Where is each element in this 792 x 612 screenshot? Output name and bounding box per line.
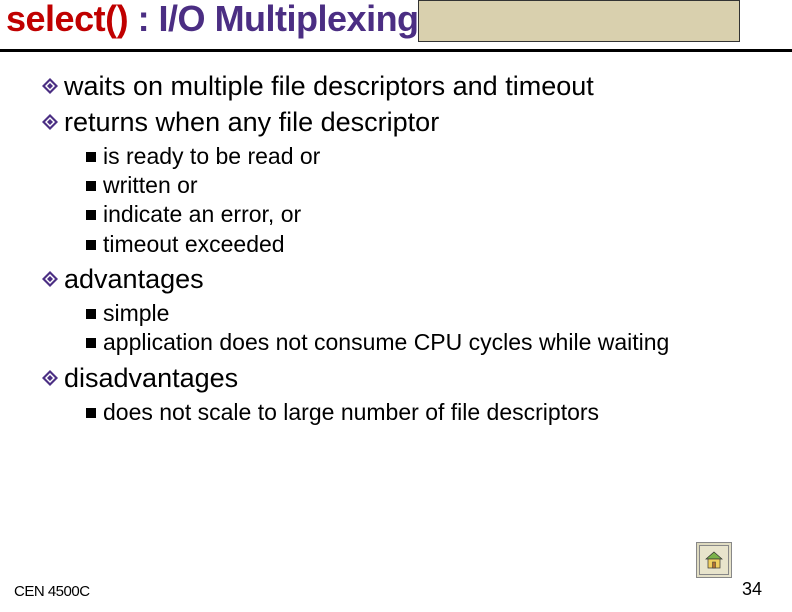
slide-title: select() : I/O Multiplexing (6, 0, 419, 40)
sub-bullet: indicate an error, or (86, 200, 762, 229)
content: waits on multiple file descriptors and t… (42, 68, 762, 431)
title-shadow-box (418, 0, 740, 42)
square-icon (86, 408, 96, 418)
sub-bullet: simple (86, 299, 762, 328)
title-region: select() : I/O Multiplexing (0, 0, 792, 58)
sub-text: timeout exceeded (103, 230, 285, 259)
footer-course: CEN 4500C (14, 583, 90, 600)
bullet-2: returns when any file descriptor (42, 106, 762, 140)
bullet-4: disadvantages (42, 362, 762, 396)
bullet-2-sub: is ready to be read or written or indica… (86, 142, 762, 260)
bullet-1-text: waits on multiple file descriptors and t… (64, 70, 594, 104)
slide: select() : I/O Multiplexing waits on mul… (0, 0, 792, 612)
sub-bullet: written or (86, 171, 762, 200)
title-rest-part: : I/O Multiplexing (128, 0, 419, 39)
sub-bullet: does not scale to large number of file d… (86, 398, 762, 427)
home-icon-inner (699, 545, 729, 575)
bullet-1: waits on multiple file descriptors and t… (42, 70, 762, 104)
house-icon (704, 551, 724, 569)
sub-text: application does not consume CPU cycles … (103, 328, 669, 357)
sub-bullet: is ready to be read or (86, 142, 762, 171)
bullet-4-text: disadvantages (64, 362, 238, 396)
diamond-icon (42, 78, 58, 94)
diamond-icon (42, 271, 58, 287)
diamond-icon (42, 370, 58, 386)
sub-text: simple (103, 299, 169, 328)
sub-text: written or (103, 171, 198, 200)
bullet-3-sub: simple application does not consume CPU … (86, 299, 762, 358)
title-select-part: select() (6, 0, 128, 39)
bullet-4-sub: does not scale to large number of file d… (86, 398, 762, 427)
title-underline (0, 49, 792, 53)
diamond-icon (42, 114, 58, 130)
square-icon (86, 152, 96, 162)
sub-bullet: timeout exceeded (86, 230, 762, 259)
bullet-2-text: returns when any file descriptor (64, 106, 439, 140)
sub-bullet: application does not consume CPU cycles … (86, 328, 762, 357)
square-icon (86, 210, 96, 220)
footer-page-number: 34 (742, 579, 762, 600)
bullet-3: advantages (42, 263, 762, 297)
square-icon (86, 181, 96, 191)
sub-text: indicate an error, or (103, 200, 301, 229)
sub-text: does not scale to large number of file d… (103, 398, 599, 427)
bullet-3-text: advantages (64, 263, 204, 297)
square-icon (86, 338, 96, 348)
square-icon (86, 240, 96, 250)
square-icon (86, 309, 96, 319)
home-button[interactable] (696, 542, 732, 578)
sub-text: is ready to be read or (103, 142, 320, 171)
